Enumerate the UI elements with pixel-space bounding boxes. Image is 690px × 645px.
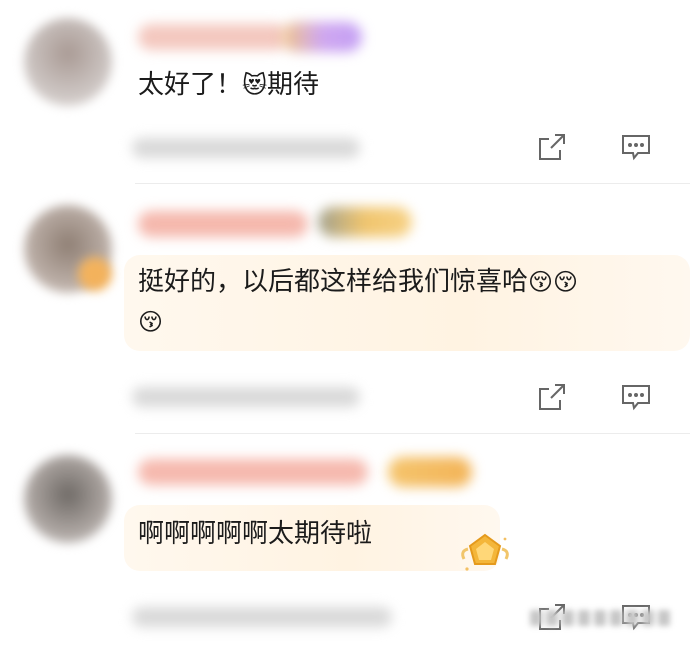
comment-text: 太好了！😻期待: [138, 70, 320, 100]
timestamp-blurred: [132, 387, 360, 407]
avatar-badge-blurred: [78, 257, 112, 291]
cat-heart-eyes-emoji: 😻: [242, 71, 268, 99]
username-blurred[interactable]: [138, 24, 288, 50]
comment-text: 啊啊啊啊啊太期待啦: [138, 519, 373, 549]
timestamp-blurred: [132, 607, 392, 627]
user-badge-blurred: [388, 457, 472, 487]
comment-text: 挺好的，以后都这样给我们惊喜哈😚😚: [138, 267, 579, 297]
divider: [135, 183, 690, 184]
watermark-blurred: [530, 607, 680, 629]
timestamp-blurred: [132, 138, 360, 158]
comment-text-line-2: 😚: [138, 303, 163, 341]
username-blurred[interactable]: [138, 211, 308, 237]
pentagon-medal-icon: [458, 529, 512, 577]
user-badge-blurred: [282, 22, 362, 52]
kissing-face-emoji: 😚: [138, 308, 164, 336]
avatar[interactable]: [24, 455, 112, 543]
divider: [135, 433, 690, 434]
kissing-face-emoji: 😚😚: [528, 268, 579, 296]
share-icon[interactable]: [532, 377, 572, 417]
share-icon[interactable]: [532, 127, 572, 167]
avatar[interactable]: [24, 18, 112, 106]
reply-icon[interactable]: [616, 127, 656, 167]
comment-1: 太好了！😻期待: [0, 0, 690, 185]
comment-2: 挺好的，以后都这样给我们惊喜哈😚😚 😚: [0, 185, 690, 435]
reply-icon[interactable]: [616, 377, 656, 417]
username-blurred[interactable]: [138, 459, 368, 485]
user-badge-blurred: [318, 207, 412, 237]
